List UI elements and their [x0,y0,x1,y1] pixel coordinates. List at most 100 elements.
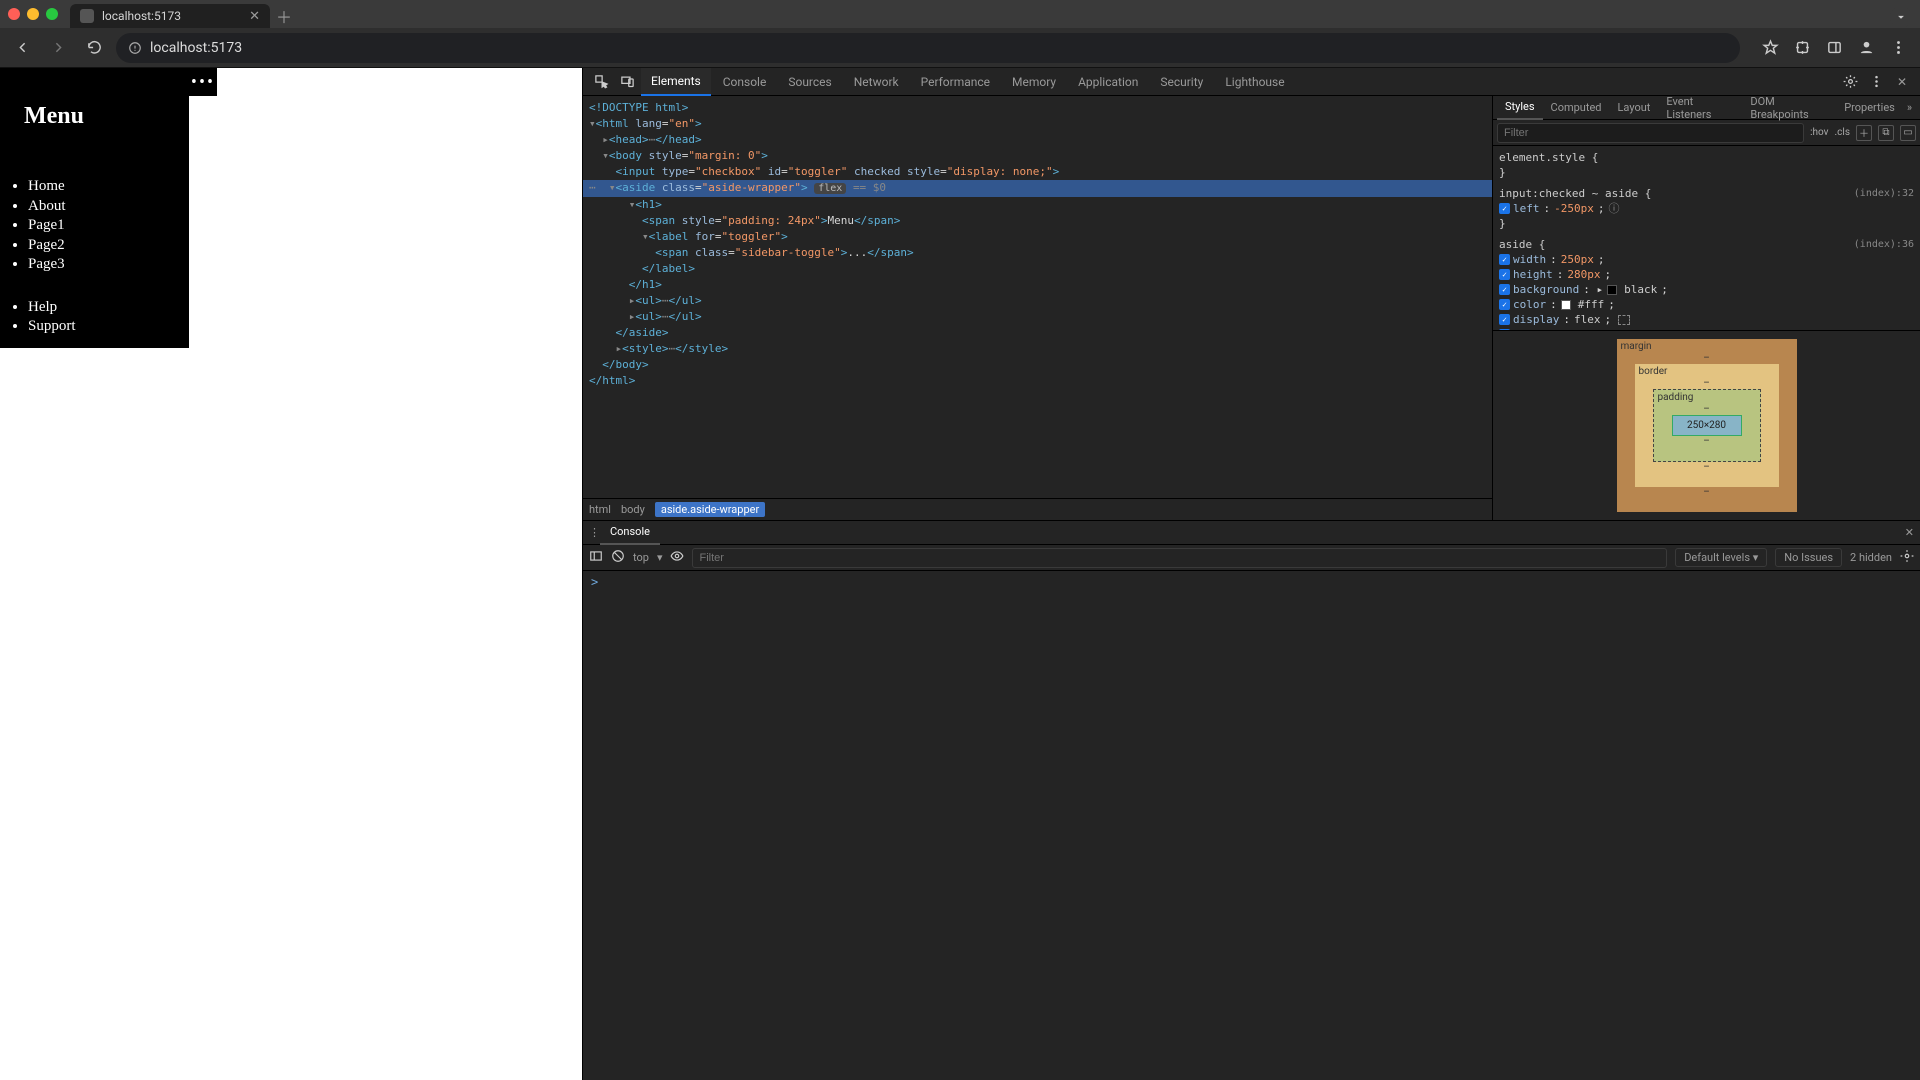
dom-tree[interactable]: <!DOCTYPE html> ▾<html lang="en"> ▸<head… [583,96,1492,498]
sidebar-item[interactable]: Support [28,317,189,337]
breadcrumb-body[interactable]: body [621,503,645,516]
tab-sources[interactable]: Sources [778,68,841,96]
issues-button[interactable]: No Issues [1775,548,1842,567]
sidebar-item[interactable]: Help [28,298,189,318]
devtools-more-button[interactable] [1864,70,1888,94]
breadcrumbs[interactable]: html body aside.aside-wrapper [583,498,1492,520]
stab-computed[interactable]: Computed [1543,96,1610,120]
reload-button[interactable] [80,34,108,62]
site-info-icon[interactable] [128,41,142,55]
new-style-rule-button[interactable]: ＋ [1856,125,1872,141]
tab-title: localhost:5173 [102,9,181,23]
tab-lighthouse[interactable]: Lighthouse [1215,68,1294,96]
hidden-count: 2 hidden [1850,551,1892,564]
content-row: Menu Home About Page1 Page2 Page3 Help S… [0,68,1920,1080]
forward-button[interactable] [44,34,72,62]
inspect-button[interactable] [589,70,613,94]
styles-filter-row: :hov .cls ＋ ⧉ ▭ [1493,120,1920,146]
styles-filter-input[interactable] [1497,123,1804,143]
devtools-close-button[interactable]: ✕ [1890,70,1914,94]
back-button[interactable] [8,34,36,62]
stab-styles[interactable]: Styles [1497,96,1543,120]
tab-overflow-button[interactable] [1890,6,1912,28]
sidebar-item[interactable]: Page3 [28,255,189,275]
console-drawer: ⋮ Console ✕ top ▾ Default levels ▾ No Iss… [583,520,1920,1080]
tab-elements[interactable]: Elements [641,68,711,96]
rule-selector: input:checked ~ aside { [1499,186,1914,201]
window-close-icon[interactable] [8,8,20,20]
menu-button[interactable] [1884,34,1912,62]
tab-security[interactable]: Security [1150,68,1213,96]
rule-source[interactable]: (index):36 [1854,237,1914,252]
window-controls [8,0,58,28]
address-bar[interactable]: localhost:5173 [116,33,1740,63]
browser-toolbar: localhost:5173 [0,28,1920,68]
rule-selector: element.style { [1499,150,1914,165]
window-maximize-icon[interactable] [46,8,58,20]
console-output[interactable]: > [583,571,1920,1080]
drawer-close-button[interactable]: ✕ [1905,526,1914,539]
tab-strip: localhost:5173 ✕ ＋ [0,0,1920,28]
live-expression-button[interactable] [670,549,684,566]
console-prompt: > [591,575,598,589]
sidebar-item[interactable]: Home [28,177,189,197]
page-viewport: Menu Home About Page1 Page2 Page3 Help S… [0,68,582,1080]
drawer-tab-console[interactable]: Console [600,521,660,545]
tab-performance[interactable]: Performance [911,68,1000,96]
tab-network[interactable]: Network [844,68,909,96]
log-levels-select[interactable]: Default levels ▾ [1675,548,1767,567]
stab-dom-breakpoints[interactable]: DOM Breakpoints [1742,96,1836,120]
styles-panel: Styles Computed Layout Event Listeners D… [1492,96,1920,520]
browser-tab[interactable]: localhost:5173 ✕ [70,4,270,28]
sidebar-title: Menu [0,79,108,154]
tab-console[interactable]: Console [713,68,777,96]
styles-toggle-1[interactable]: ⧉ [1878,125,1894,141]
bm-padding-label: padding [1658,392,1694,403]
css-rules[interactable]: element.style { } (index):32 input:check… [1493,146,1920,330]
box-model: margin – border – padding – 250×280 – [1493,330,1920,520]
stab-event-listeners[interactable]: Event Listeners [1658,96,1742,120]
devtools: Elements Console Sources Network Perform… [582,68,1920,1080]
styles-tabs: Styles Computed Layout Event Listeners D… [1493,96,1920,120]
console-settings-button[interactable] [1900,549,1914,566]
extensions-button[interactable] [1788,34,1816,62]
styles-toggle-2[interactable]: ▭ [1900,125,1916,141]
rule-source[interactable]: (index):32 [1854,186,1914,201]
devtools-body: <!DOCTYPE html> ▾<html lang="en"> ▸<head… [583,96,1920,520]
console-context[interactable]: top [633,551,649,564]
stab-properties[interactable]: Properties [1836,96,1903,120]
console-clear-button[interactable] [611,549,625,566]
tab-memory[interactable]: Memory [1002,68,1066,96]
tab-application[interactable]: Application [1068,68,1148,96]
profile-button[interactable] [1852,34,1880,62]
favicon-icon [80,9,94,23]
cls-toggle[interactable]: .cls [1835,127,1850,138]
sidebar-item[interactable]: Page2 [28,236,189,256]
bookmark-button[interactable] [1756,34,1784,62]
sidebar-item[interactable]: Page1 [28,216,189,236]
device-toggle-button[interactable] [615,70,639,94]
hov-toggle[interactable]: :hov [1810,127,1828,138]
chevron-down-icon: ▾ [657,551,663,564]
new-tab-button[interactable]: ＋ [276,4,292,28]
side-panel-button[interactable] [1820,34,1848,62]
styles-overflow-icon[interactable]: » [1903,101,1916,114]
sidebar-toggle-button[interactable]: ••• [189,68,217,96]
console-toolbar: top ▾ Default levels ▾ No Issues 2 hidden [583,545,1920,571]
bm-border-label: border [1639,366,1668,377]
toolbar-actions [1756,34,1912,62]
window-minimize-icon[interactable] [27,8,39,20]
stab-layout[interactable]: Layout [1610,96,1659,120]
drawer-tabs: ⋮ Console ✕ [583,521,1920,545]
console-filter-input[interactable] [692,548,1667,568]
breadcrumb-aside[interactable]: aside.aside-wrapper [655,502,765,517]
bm-margin-label: margin [1621,341,1652,352]
console-sidebar-toggle[interactable] [589,549,603,566]
devtools-settings-button[interactable] [1838,70,1862,94]
tab-close-icon[interactable]: ✕ [249,9,260,24]
breadcrumb-html[interactable]: html [589,503,611,516]
sidebar-item[interactable]: About [28,197,189,217]
page-sidebar: Menu Home About Page1 Page2 Page3 Help S… [0,68,189,348]
drawer-more-icon[interactable]: ⋮ [589,526,600,539]
sidebar-list-1: Home About Page1 Page2 Page3 [0,177,189,275]
